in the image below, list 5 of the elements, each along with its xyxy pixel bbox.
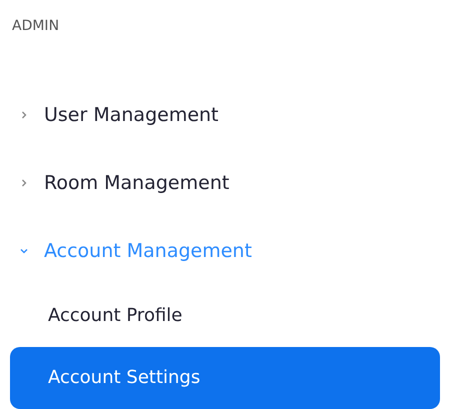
sub-nav-item[interactable]: Account Settings	[10, 346, 440, 409]
sub-nav-item[interactable]: Account Profile	[10, 284, 440, 347]
section-title: ADMIN	[11, 18, 60, 36]
nav-item[interactable]: User Management	[0, 81, 452, 150]
nav-item[interactable]: Room Management	[0, 149, 452, 218]
